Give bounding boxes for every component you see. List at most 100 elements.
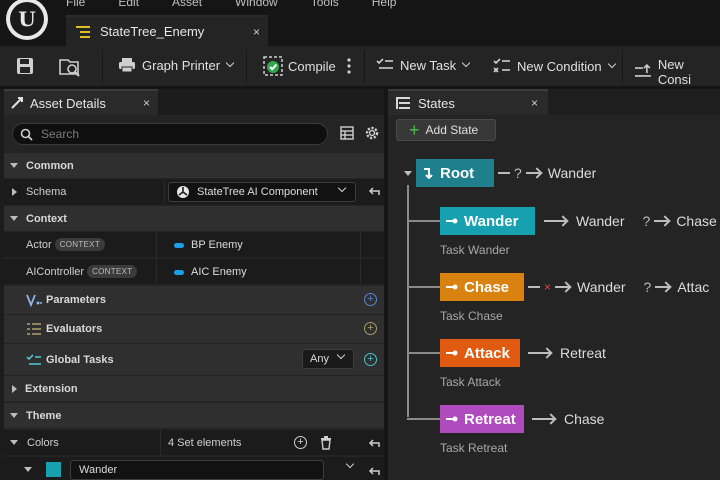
graph-printer-button[interactable]: Graph Printer xyxy=(118,57,235,73)
chevron-down-icon xyxy=(10,413,18,418)
add-parameter-button[interactable]: + xyxy=(364,293,377,306)
menu-help[interactable]: Help xyxy=(372,0,397,9)
object-pin-icon xyxy=(174,269,184,275)
global-tasks-mode-combo[interactable]: Any xyxy=(302,349,354,369)
property-aicontroller: AIController CONTEXT AIC Enemy xyxy=(4,259,384,285)
more-options-icon xyxy=(347,58,351,74)
gear-icon[interactable] xyxy=(364,125,380,141)
tree-line xyxy=(407,352,440,354)
new-condition-button[interactable]: New Condition xyxy=(493,57,616,75)
column-divider xyxy=(360,232,361,257)
reset-arrow-icon[interactable] xyxy=(368,187,380,197)
browse-icon xyxy=(59,59,80,77)
state-link-icon xyxy=(446,350,458,356)
states-tab[interactable]: States × xyxy=(388,89,548,115)
state-root[interactable]: Root xyxy=(416,159,494,187)
attack-transitions: Retreat xyxy=(524,345,606,361)
states-body: + Add State Root ? Wander Wander Wander xyxy=(388,115,720,480)
table-view-icon[interactable] xyxy=(340,126,354,140)
document-tab[interactable]: StateTree_Enemy × xyxy=(66,15,268,46)
category-evaluators[interactable]: Evaluators + xyxy=(4,315,384,343)
wander-transitions: Wander ? Chase xyxy=(540,213,717,229)
save-button[interactable] xyxy=(16,57,34,75)
add-evaluator-button[interactable]: + xyxy=(364,322,377,335)
category-theme[interactable]: Theme xyxy=(4,403,384,428)
states-panel: States × + Add State Root ? Wander Wande… xyxy=(388,89,720,480)
condition-icon xyxy=(493,58,510,73)
menu-tools[interactable]: Tools xyxy=(311,0,339,9)
condition-icon: ? xyxy=(642,213,651,229)
close-icon[interactable]: × xyxy=(531,96,538,110)
new-consideration-button[interactable]: New Consi xyxy=(634,57,720,87)
state-retreat[interactable]: Retreat xyxy=(440,405,524,433)
tree-line xyxy=(407,418,440,420)
toolbar: Graph Printer Compile New Task New Condi… xyxy=(0,46,720,87)
asset-details-tab[interactable]: Asset Details × xyxy=(4,89,158,115)
close-icon[interactable]: × xyxy=(143,96,150,110)
search-input[interactable]: Search xyxy=(12,123,328,145)
compile-button[interactable]: Compile xyxy=(262,55,336,77)
chevron-down-icon xyxy=(461,58,471,68)
transition-target: Retreat xyxy=(560,345,606,361)
compile-options-button[interactable] xyxy=(346,58,352,74)
property-schema: Schema StateTree AI Component xyxy=(4,179,384,206)
menu-edit[interactable]: Edit xyxy=(118,0,139,9)
color-swatch[interactable] xyxy=(46,462,61,477)
state-link-icon xyxy=(446,218,458,224)
expand-root-icon[interactable] xyxy=(404,171,412,176)
chevron-right-icon xyxy=(12,384,17,393)
schema-value: StateTree AI Component xyxy=(197,186,318,198)
menu-file[interactable]: File xyxy=(66,0,85,9)
reset-arrow-icon[interactable] xyxy=(368,439,380,449)
category-parameters[interactable]: Parameters + xyxy=(4,286,384,314)
failed-icon: × xyxy=(544,280,552,294)
column-divider xyxy=(360,259,361,284)
add-element-button[interactable]: + xyxy=(294,436,307,449)
state-wander[interactable]: Wander xyxy=(440,207,535,235)
category-common[interactable]: Common xyxy=(4,153,384,178)
browse-button[interactable] xyxy=(58,56,82,78)
compile-label: Compile xyxy=(288,58,336,74)
tree-line xyxy=(407,220,440,222)
property-label: AIController xyxy=(26,265,85,278)
arrow-right-icon xyxy=(655,286,670,288)
color-entry-name-field[interactable]: Wander xyxy=(70,460,324,480)
context-badge: CONTEXT xyxy=(54,238,106,251)
category-extension[interactable]: Extension xyxy=(4,376,384,401)
state-attack[interactable]: Attack xyxy=(440,339,520,367)
add-global-task-button[interactable]: + xyxy=(364,353,377,366)
aicontroller-value[interactable]: AIC Enemy xyxy=(174,266,247,278)
new-task-button[interactable]: New Task xyxy=(376,57,471,73)
root-transition: ? Wander xyxy=(498,165,596,181)
category-global-tasks[interactable]: Global Tasks Any + xyxy=(4,344,384,375)
schema-combo[interactable]: StateTree AI Component xyxy=(168,182,356,202)
asset-details-body: Search Common Schema StateTree AI Compon… xyxy=(4,115,384,480)
document-tab-title: StateTree_Enemy xyxy=(100,24,205,39)
close-icon[interactable]: × xyxy=(253,25,260,39)
arrow-right-icon xyxy=(555,286,570,288)
reset-arrow-icon[interactable] xyxy=(368,467,380,477)
trash-icon[interactable] xyxy=(320,436,332,450)
unreal-logo-icon[interactable]: U xyxy=(6,0,48,40)
chevron-down-icon[interactable] xyxy=(10,440,18,445)
actor-value[interactable]: BP Enemy xyxy=(174,239,243,251)
state-task: Task Chase xyxy=(440,309,503,323)
toolbar-divider xyxy=(622,50,623,82)
property-actor: Actor CONTEXT BP Enemy xyxy=(4,232,384,258)
arrow-right-icon xyxy=(654,220,669,222)
arrow-right-icon xyxy=(525,172,540,174)
global-tasks-mode: Any xyxy=(310,353,329,365)
property-label: Schema xyxy=(26,186,67,198)
category-context[interactable]: Context xyxy=(4,206,384,231)
menu-asset[interactable]: Asset xyxy=(172,0,202,9)
chevron-right-icon[interactable] xyxy=(12,188,17,196)
chevron-down-icon xyxy=(336,350,346,360)
states-list-icon xyxy=(396,97,410,109)
chevron-down-icon[interactable] xyxy=(24,467,32,472)
menu-window[interactable]: Window xyxy=(235,0,278,9)
color-entry-row: Wander xyxy=(4,457,384,480)
add-state-button[interactable]: + Add State xyxy=(396,119,496,141)
state-chase[interactable]: Chase xyxy=(440,273,524,301)
consideration-icon xyxy=(634,64,651,77)
chevron-down-icon[interactable] xyxy=(345,459,355,469)
